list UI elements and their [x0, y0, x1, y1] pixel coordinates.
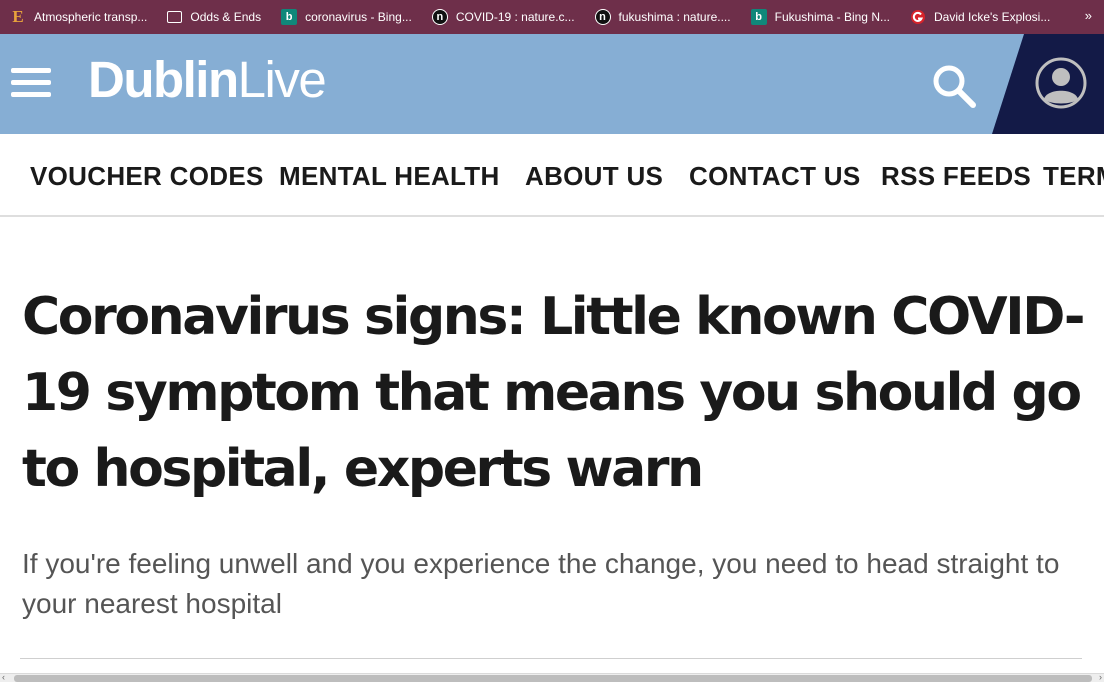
scrollbar-thumb[interactable] — [14, 675, 1092, 682]
horizontal-scrollbar[interactable]: ‹ › — [0, 672, 1104, 682]
bookmark-label: Atmospheric transp... — [34, 10, 148, 24]
search-icon[interactable] — [930, 62, 978, 110]
bing-icon: b — [750, 9, 767, 25]
bookmark-david-icke[interactable]: David Icke's Explosi... — [910, 9, 1050, 25]
more-bookmarks-icon[interactable]: » — [1085, 8, 1092, 23]
bookmark-label: fukushima : nature.... — [618, 10, 731, 24]
bookmark-fukushima-nature[interactable]: n fukushima : nature.... — [594, 9, 731, 25]
folder-icon — [167, 11, 183, 23]
bookmarks-bar: E Atmospheric transp... Odds & Ends b co… — [0, 0, 1104, 34]
nature-icon: n — [594, 9, 611, 25]
logo-dublin: Dublin — [88, 51, 239, 108]
bookmark-covid-nature[interactable]: n COVID-19 : nature.c... — [431, 9, 575, 25]
logo-live: Live — [237, 51, 327, 108]
bookmark-label: Fukushima - Bing N... — [774, 10, 890, 24]
divider — [20, 658, 1082, 659]
red-circle-icon — [910, 9, 926, 25]
site-logo[interactable]: DublinLive — [88, 51, 327, 108]
article-headline: Coronavirus signs: Little known COVID-19… — [22, 287, 1086, 499]
nav-terms[interactable]: TERM — [1043, 161, 1104, 191]
nav-mental-health[interactable]: MENTAL HEALTH — [279, 161, 500, 191]
bookmark-label: David Icke's Explosi... — [933, 10, 1051, 24]
bookmark-label: COVID-19 : nature.c... — [455, 10, 575, 24]
nav-voucher-codes[interactable]: VOUCHER CODES — [30, 161, 264, 191]
bookmark-label: coronavirus - Bing... — [305, 10, 412, 24]
bing-icon: b — [281, 9, 298, 25]
account-icon[interactable] — [1034, 56, 1088, 110]
site-header: DublinLive — [0, 34, 1104, 134]
e-letter-icon: E — [12, 7, 24, 26]
bookmark-coronavirus-bing[interactable]: b coronavirus - Bing... — [281, 9, 412, 25]
scroll-left-icon[interactable]: ‹ — [2, 672, 5, 682]
nature-icon: n — [431, 9, 448, 25]
article-standfirst: If you're feeling unwell and you experie… — [22, 548, 1060, 619]
nav-rss-feeds[interactable]: RSS FEEDS — [881, 161, 1031, 191]
bookmark-fukushima-bing[interactable]: b Fukushima - Bing N... — [750, 9, 890, 25]
nav-contact-us[interactable]: CONTACT US — [689, 161, 861, 191]
nav-about-us[interactable]: ABOUT US — [525, 161, 663, 191]
main-nav: VOUCHER CODES MENTAL HEALTH ABOUT US CON… — [0, 134, 1104, 217]
menu-icon[interactable] — [11, 68, 51, 98]
bookmark-label: Odds & Ends — [190, 10, 262, 24]
scroll-right-icon[interactable]: › — [1099, 672, 1102, 682]
bookmark-odds-and-ends[interactable]: Odds & Ends — [167, 10, 261, 24]
bookmark-atmospheric-transport[interactable]: E Atmospheric transp... — [10, 7, 148, 26]
